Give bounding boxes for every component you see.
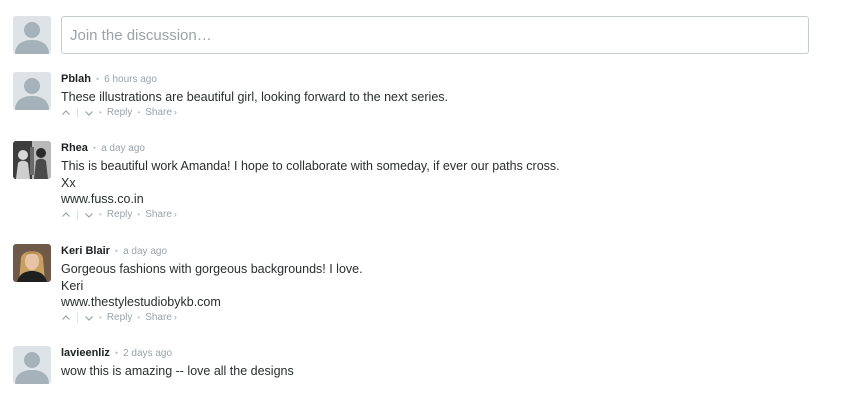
default-avatar-icon xyxy=(13,72,51,110)
comment-author[interactable]: Pblah xyxy=(61,73,91,85)
comment-meta: Keri Blair • a day ago xyxy=(61,244,811,258)
comment-actions: • Reply • Share › xyxy=(61,208,811,222)
photo-avatar-icon xyxy=(13,141,51,179)
bullet-separator: • xyxy=(114,246,119,256)
downvote-button[interactable] xyxy=(84,210,94,220)
avatar[interactable] xyxy=(13,141,51,179)
bullet-separator: • xyxy=(137,209,141,219)
comment-body: Pblah • 6 hours ago These illustrations ar… xyxy=(61,72,811,120)
bullet-separator: • xyxy=(99,107,102,117)
comment-author[interactable]: lavieenliz xyxy=(61,347,110,359)
bullet-separator: • xyxy=(95,74,100,84)
bullet-separator: • xyxy=(137,107,141,117)
share-link[interactable]: Share › xyxy=(145,207,177,222)
comment-actions: • Reply • Share › xyxy=(61,106,811,120)
reply-link[interactable]: Reply xyxy=(107,208,133,222)
comment-line: www.fuss.co.in xyxy=(61,192,144,206)
upvote-button[interactable] xyxy=(61,313,71,323)
comment-timestamp[interactable]: 6 hours ago xyxy=(104,74,157,85)
comment-line: Keri xyxy=(61,278,84,293)
comment-meta: lavieenliz • 2 days ago xyxy=(61,346,811,360)
comment-author[interactable]: Keri Blair xyxy=(61,245,110,257)
share-link[interactable]: Share › xyxy=(145,310,177,325)
vote-divider xyxy=(77,209,78,220)
comment-timestamp[interactable]: a day ago xyxy=(123,246,167,257)
comment-author[interactable]: Rhea xyxy=(61,142,88,154)
reply-link[interactable]: Reply xyxy=(107,106,133,120)
vote-divider xyxy=(77,107,78,118)
chevron-down-icon xyxy=(85,212,93,218)
comment-actions: • Reply • Share › xyxy=(61,311,811,325)
chevron-up-icon xyxy=(62,314,70,320)
downvote-button[interactable] xyxy=(84,108,94,118)
chevron-right-icon: › xyxy=(173,107,177,117)
comment-body: lavieenliz • 2 days ago wow this is amazin… xyxy=(61,346,811,380)
photo-avatar-icon xyxy=(13,244,51,282)
bullet-separator: • xyxy=(114,348,119,358)
comment-line: wow this is amazing -- love all the desi… xyxy=(61,364,294,378)
chevron-right-icon: › xyxy=(173,312,177,322)
chevron-down-icon xyxy=(85,315,93,321)
comment-text: These illustrations are beautiful girl, … xyxy=(61,89,811,106)
comment-line: Gorgeous fashions with gorgeous backgrou… xyxy=(61,262,363,276)
join-discussion-input[interactable] xyxy=(61,16,809,54)
comment-text: Gorgeous fashions with gorgeous backgrou… xyxy=(61,261,811,311)
comment-meta: Rhea • a day ago xyxy=(61,141,811,155)
upvote-button[interactable] xyxy=(61,210,71,220)
comment-timestamp[interactable]: a day ago xyxy=(101,143,145,154)
share-label: Share xyxy=(145,209,172,220)
reply-link[interactable]: Reply xyxy=(107,311,133,325)
avatar[interactable] xyxy=(13,244,51,282)
avatar[interactable] xyxy=(13,346,51,384)
comment-timestamp[interactable]: 2 days ago xyxy=(123,348,172,359)
bullet-separator: • xyxy=(137,312,141,322)
default-avatar-icon xyxy=(13,346,51,384)
user-avatar xyxy=(13,16,51,54)
bullet-separator: • xyxy=(92,143,97,153)
comment-line: These illustrations are beautiful girl, … xyxy=(61,90,448,104)
share-label: Share xyxy=(145,312,172,323)
avatar[interactable] xyxy=(13,72,51,110)
chevron-down-icon xyxy=(85,110,93,116)
comment-line: Xx xyxy=(61,175,76,190)
comment-meta: Pblah • 6 hours ago xyxy=(61,72,811,86)
chevron-up-icon xyxy=(62,211,70,217)
bullet-separator: • xyxy=(99,209,102,219)
bullet-separator: • xyxy=(99,312,102,322)
comment-line: This is beautiful work Amanda! I hope to… xyxy=(61,159,560,173)
comment-body: Keri Blair • a day ago Gorgeous fashions w… xyxy=(61,244,811,325)
comment-line: www.thestylestudiobykb.com xyxy=(61,295,221,309)
downvote-button[interactable] xyxy=(84,313,94,323)
comment-body: Rhea • a day ago This is beautiful work Am… xyxy=(61,141,811,222)
comment-compose xyxy=(13,16,811,54)
vote-divider xyxy=(77,312,78,323)
chevron-right-icon: › xyxy=(173,209,177,219)
comment-text: wow this is amazing -- love all the desi… xyxy=(61,363,811,380)
default-avatar-icon xyxy=(13,16,51,54)
upvote-button[interactable] xyxy=(61,108,71,118)
share-link[interactable]: Share › xyxy=(145,105,177,120)
share-label: Share xyxy=(145,107,172,118)
comment-text: This is beautiful work Amanda! I hope to… xyxy=(61,158,811,208)
chevron-up-icon xyxy=(62,109,70,115)
